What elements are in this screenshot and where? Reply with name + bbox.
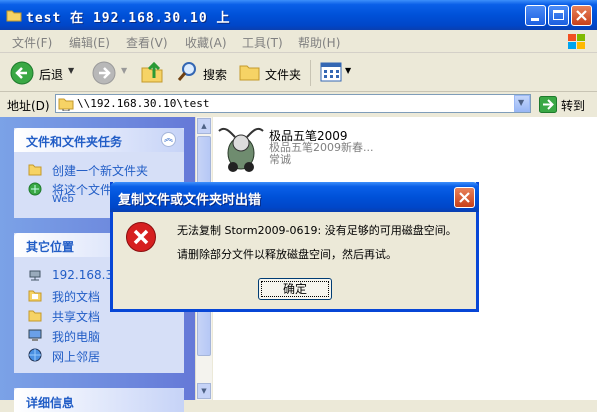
dialog-message-line1: 无法复制 Storm2009-0619: 没有足够的可用磁盘空间。 <box>177 224 457 237</box>
chevron-down-icon: ▼ <box>518 98 525 107</box>
search-icon[interactable] <box>176 61 198 83</box>
menu-file[interactable]: 文件(F) <box>12 34 52 51</box>
back-dropdown-icon[interactable]: ▼ <box>68 66 74 75</box>
address-label: 地址(D) <box>7 99 50 113</box>
menu-favorites[interactable]: 收藏(A) <box>185 34 227 51</box>
address-dropdown-button[interactable]: ▼ <box>514 95 530 112</box>
network-folder-icon <box>58 98 74 111</box>
minimize-button[interactable] <box>525 5 546 26</box>
folder-icon[interactable] <box>238 61 262 83</box>
place-my-documents[interactable]: 我的文档 <box>52 288 100 305</box>
close-icon <box>576 10 587 21</box>
dialog-close-button[interactable] <box>454 187 475 208</box>
place-my-computer[interactable]: 我的电脑 <box>52 328 100 345</box>
installer-app-icon[interactable] <box>217 123 265 173</box>
go-label[interactable]: 转到 <box>561 97 585 114</box>
file-publisher: 常诚 <box>269 153 291 166</box>
collapse-icon[interactable]: ︽ <box>161 132 176 147</box>
details-box: 详细信息 <box>14 388 184 412</box>
menu-help[interactable]: 帮助(H) <box>298 34 340 51</box>
dialog-title: 复制文件或文件夹时出错 <box>118 193 262 208</box>
error-icon <box>126 222 156 252</box>
place-shared-documents[interactable]: 共享文档 <box>52 308 100 325</box>
my-documents-icon <box>28 290 42 302</box>
views-icon[interactable] <box>320 62 342 82</box>
forward-arrow-icon[interactable] <box>92 61 116 85</box>
ok-button-focus-ring <box>261 281 329 297</box>
menu-edit[interactable]: 编辑(E) <box>69 34 110 51</box>
publish-web-icon <box>28 182 42 196</box>
folders-label[interactable]: 文件夹 <box>265 66 301 83</box>
close-icon <box>459 192 470 203</box>
place-network-places[interactable]: 网上邻居 <box>52 348 100 365</box>
up-folder-icon[interactable] <box>140 60 164 84</box>
task-new-folder[interactable]: 创建一个新文件夹 <box>52 162 148 179</box>
toolbar-separator <box>310 60 311 86</box>
shared-documents-icon <box>28 310 42 322</box>
dialog-message-line2: 请删除部分文件以释放磁盘空间，然后再试。 <box>177 248 397 261</box>
address-value[interactable]: \\192.168.30.10\test <box>77 97 209 110</box>
menu-bar: 文件(F) 编辑(E) 查看(V) 收藏(A) 工具(T) 帮助(H) <box>0 30 597 53</box>
details-header[interactable]: 详细信息 <box>14 388 184 412</box>
window-title: test 在 192.168.30.10 上 <box>26 11 231 26</box>
close-button[interactable] <box>571 5 592 26</box>
new-folder-icon <box>28 164 42 176</box>
views-dropdown-icon[interactable]: ▼ <box>345 66 351 75</box>
scroll-down-arrow-icon[interactable]: ▼ <box>197 383 211 399</box>
windows-logo-icon <box>568 34 585 49</box>
search-label[interactable]: 搜索 <box>203 66 227 83</box>
my-computer-icon <box>28 329 42 341</box>
network-places-icon <box>28 348 42 362</box>
menu-view[interactable]: 查看(V) <box>126 34 168 51</box>
folder-icon <box>6 10 22 22</box>
tasks-title: 文件和文件夹任务 <box>26 135 123 149</box>
details-title: 详细信息 <box>26 396 75 410</box>
scroll-up-arrow-icon[interactable]: ▲ <box>197 118 211 134</box>
maximize-button[interactable] <box>548 5 569 26</box>
tasks-box-header[interactable]: 文件和文件夹任务 ︽ <box>14 128 184 152</box>
go-arrow-icon[interactable] <box>539 96 557 113</box>
menu-tools[interactable]: 工具(T) <box>242 34 283 51</box>
back-label[interactable]: 后退 <box>39 66 63 83</box>
network-drive-icon <box>29 270 41 281</box>
task-publish-web[interactable]: Web <box>52 194 74 205</box>
other-places-title: 其它位置 <box>26 240 75 254</box>
back-arrow-icon[interactable] <box>10 61 34 85</box>
forward-dropdown-icon[interactable]: ▼ <box>121 66 127 75</box>
